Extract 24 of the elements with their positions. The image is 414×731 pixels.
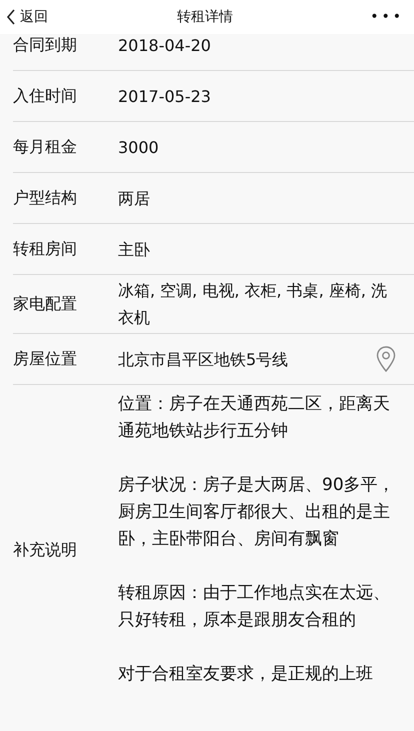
note-paragraph: 位置：房子在天通西苑二区，距离天通苑地铁站步行五分钟 [118,393,391,443]
note-paragraph: 对于合租室友要求，是正规的上班 [118,663,374,686]
field-value: 3000 [118,136,160,158]
location-pin-icon[interactable] [376,346,396,372]
field-value: 2018-04-20 [118,34,212,56]
field-value: 北京市昌平区地铁5号线 [118,348,288,370]
field-label: 家电配置 [13,294,78,314]
more-button[interactable]: ••• [370,9,404,25]
field-value: 主卧 [118,238,151,260]
field-label: 转租房间 [13,238,78,260]
field-label: 合同到期 [13,34,78,56]
field-label: 入住时间 [13,86,78,106]
note-paragraph: 转租原因：由于工作地点实在太远、只好转租，原本是跟朋友合租的 [118,582,391,632]
back-button[interactable]: 返回 [6,8,48,26]
field-value: 两居 [118,188,151,210]
back-icon [6,9,16,25]
page-title: 转租详情 [177,8,233,26]
note-paragraph: 房子状况：房子是大两居、90多平，厨房卫生间客厅都很大、出租的是主卧，主卧带阳台、房间有飘窗 [118,474,396,551]
field-value: 冰箱, 空调, 电视, 衣柜, 书桌, 座椅, 洗衣机 [118,280,388,329]
field-label: 户型结构 [13,188,78,208]
field-value: 2017-05-23 [118,86,212,108]
field-label: 房屋位置 [13,348,78,370]
field-label: 补充说明 [13,540,78,560]
field-label: 每月租金 [13,136,78,158]
